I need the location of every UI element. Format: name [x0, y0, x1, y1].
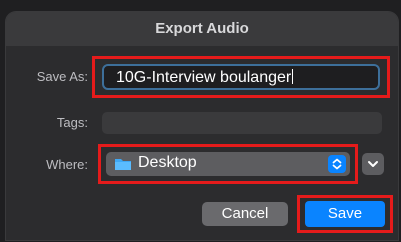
- where-value: Desktop: [138, 154, 197, 171]
- chevron-down-icon: [368, 161, 378, 167]
- up-down-chevron-icon[interactable]: [328, 155, 346, 173]
- tags-label: Tags:: [56, 115, 88, 130]
- save-as-input[interactable]: 10G-Interview boulanger: [102, 64, 380, 90]
- save-button[interactable]: Save: [305, 201, 385, 227]
- export-audio-dialog: Export Audio Save As: 10G-Interview boul…: [6, 12, 398, 240]
- where-label: Where:: [46, 157, 88, 172]
- expand-browser-button[interactable]: [362, 153, 384, 175]
- folder-icon: [115, 159, 131, 170]
- tags-input[interactable]: [102, 112, 382, 134]
- cancel-button[interactable]: Cancel: [202, 202, 288, 226]
- save-as-label: Save As:: [36, 69, 88, 84]
- dialog-title: Export Audio: [155, 20, 249, 37]
- titlebar: Export Audio: [6, 12, 398, 46]
- where-location-select[interactable]: Desktop: [106, 152, 350, 176]
- save-as-value: 10G-Interview boulanger: [116, 69, 294, 86]
- text-caret: [292, 69, 294, 84]
